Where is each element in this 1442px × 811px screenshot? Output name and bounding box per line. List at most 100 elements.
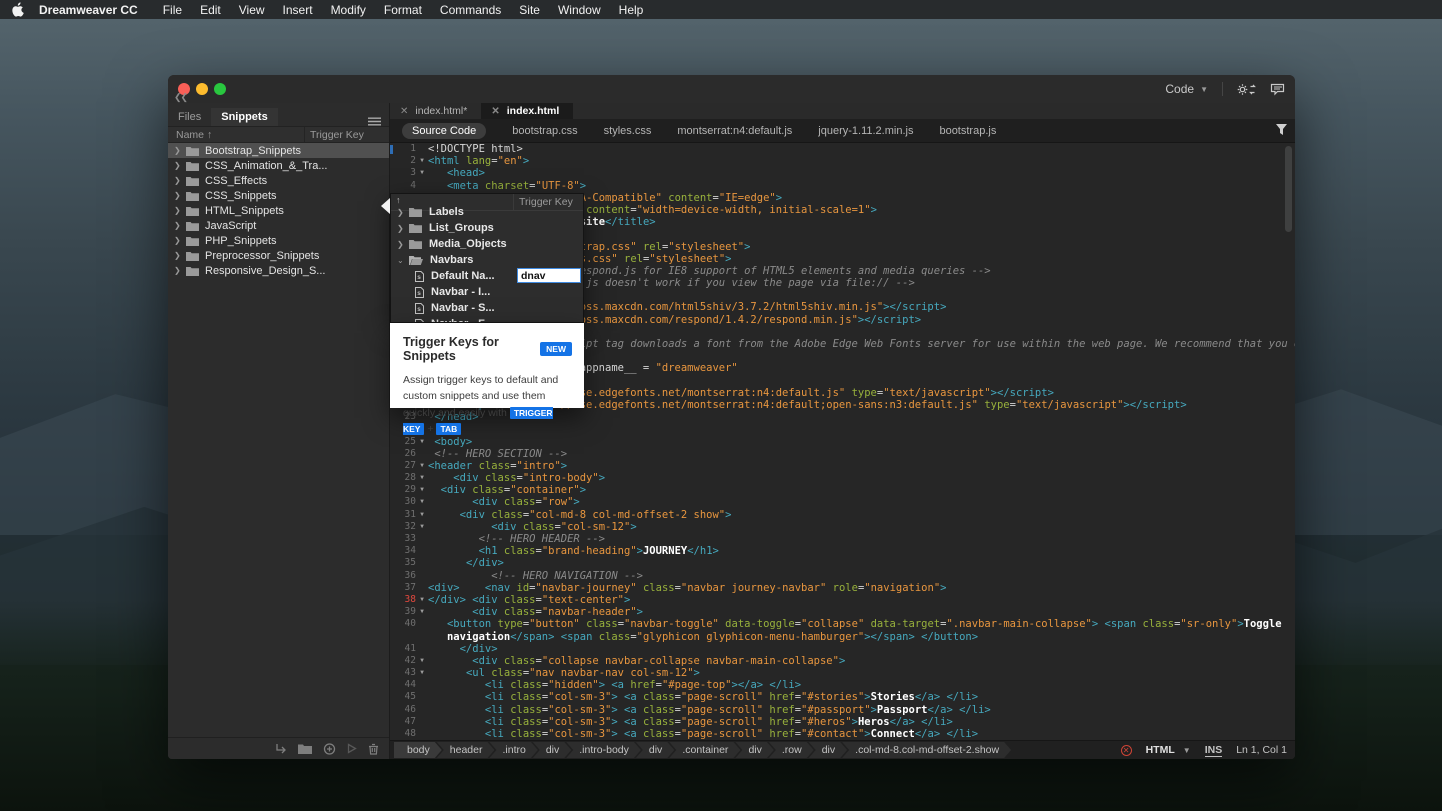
snippet-folder-row[interactable]: ❯JavaScript bbox=[168, 218, 389, 233]
new-snippet-icon[interactable] bbox=[323, 743, 336, 755]
popup-snippet-row[interactable]: sNavbar - F... bbox=[391, 316, 583, 323]
related-file-bootstrap-js[interactable]: bootstrap.js bbox=[939, 125, 996, 137]
popup-folder-row[interactable]: ❯List_Groups bbox=[391, 220, 583, 236]
menubar-item-site[interactable]: Site bbox=[519, 3, 540, 17]
code-line[interactable]: 29▼ <div class="container"> bbox=[390, 484, 1295, 496]
popup-snippet-row[interactable]: sDefault Na... bbox=[391, 268, 583, 284]
menubar-item-file[interactable]: File bbox=[163, 3, 182, 17]
code-fold-icon[interactable]: ▼ bbox=[416, 484, 428, 496]
document-tab[interactable]: ✕index.html bbox=[481, 103, 573, 119]
menubar-item-view[interactable]: View bbox=[239, 3, 265, 17]
code-line[interactable]: 35 </div> bbox=[390, 557, 1295, 569]
code-line[interactable]: 32▼ <div class="col-sm-12"> bbox=[390, 521, 1295, 533]
menubar-item-edit[interactable]: Edit bbox=[200, 3, 221, 17]
chevron-right-icon[interactable]: ❯ bbox=[397, 208, 409, 217]
code-line[interactable]: 37<div> <nav id="navbar-journey" class="… bbox=[390, 582, 1295, 594]
code-line[interactable]: 26 <!-- HERO SECTION --> bbox=[390, 448, 1295, 460]
panel-menu-icon[interactable] bbox=[368, 117, 381, 126]
trigger-key-column-header[interactable]: Trigger Key bbox=[310, 129, 364, 141]
editor-scrollbar[interactable] bbox=[1285, 146, 1294, 738]
code-fold-icon[interactable]: ▼ bbox=[416, 155, 428, 167]
trigger-key-input[interactable] bbox=[517, 268, 581, 283]
zoom-button[interactable] bbox=[214, 83, 226, 95]
popup-folder-row[interactable]: ❯Media_Objects bbox=[391, 236, 583, 252]
lint-error-icon[interactable]: ✕ bbox=[1121, 745, 1132, 756]
menubar-item-help[interactable]: Help bbox=[619, 3, 644, 17]
snippet-folder-row[interactable]: ❯Preprocessor_Snippets bbox=[168, 248, 389, 263]
popup-snippet-row[interactable]: sNavbar - I... bbox=[391, 284, 583, 300]
scrollbar-thumb[interactable] bbox=[1285, 146, 1292, 232]
snippet-folder-row[interactable]: ❯CSS_Snippets bbox=[168, 188, 389, 203]
chevron-right-icon[interactable]: ❯ bbox=[174, 176, 186, 185]
code-fold-icon[interactable]: ▼ bbox=[416, 521, 428, 533]
chevron-down-icon[interactable]: ⌄ bbox=[397, 256, 409, 265]
code-line[interactable]: 38▼</div> <div class="text-center"> bbox=[390, 594, 1295, 606]
tag-selector-item[interactable]: .row bbox=[769, 742, 814, 758]
chevron-right-icon[interactable]: ❯ bbox=[174, 266, 186, 275]
code-line[interactable]: 48 <li class="col-sm-3"> <a class="page-… bbox=[390, 728, 1295, 740]
chevron-right-icon[interactable]: ❯ bbox=[174, 206, 186, 215]
chevron-right-icon[interactable]: ❯ bbox=[174, 191, 186, 200]
tag-selector-item[interactable]: header bbox=[437, 742, 495, 758]
chevron-right-icon[interactable]: ❯ bbox=[174, 146, 186, 155]
sync-settings-icon[interactable] bbox=[1237, 83, 1256, 96]
chevron-right-icon[interactable]: ❯ bbox=[397, 240, 409, 249]
tag-selector-item[interactable]: .intro-body bbox=[566, 742, 641, 758]
tag-selector-item[interactable]: body bbox=[394, 742, 442, 758]
snippet-folder-row[interactable]: ❯CSS_Animation_&_Tra... bbox=[168, 158, 389, 173]
code-fold-icon[interactable]: ▼ bbox=[416, 606, 428, 618]
snippet-folder-row[interactable]: ❯Bootstrap_Snippets bbox=[168, 143, 389, 158]
minimize-button[interactable] bbox=[196, 83, 208, 95]
menubar-item-insert[interactable]: Insert bbox=[283, 3, 313, 17]
app-menu-title[interactable]: Dreamweaver CC bbox=[39, 3, 138, 17]
popup-folder-row[interactable]: ⌄Navbars bbox=[391, 252, 583, 268]
menubar-item-window[interactable]: Window bbox=[558, 3, 601, 17]
comment-bubble-icon[interactable] bbox=[1270, 83, 1285, 96]
panel-tab-snippets[interactable]: Snippets bbox=[211, 108, 277, 126]
code-line[interactable]: 45 <li class="col-sm-3"> <a class="page-… bbox=[390, 691, 1295, 703]
code-fold-icon[interactable]: ▼ bbox=[416, 460, 428, 472]
document-tab[interactable]: ✕index.html* bbox=[390, 103, 481, 119]
snippet-folder-row[interactable]: ❯CSS_Effects bbox=[168, 173, 389, 188]
code-line[interactable]: 43▼ <ul class="nav navbar-nav col-sm-12"… bbox=[390, 667, 1295, 679]
code-line[interactable]: 3▼ <head> bbox=[390, 167, 1295, 179]
code-line[interactable]: navigation</span> <span class="glyphicon… bbox=[390, 631, 1295, 643]
code-line[interactable]: 25▼ <body> bbox=[390, 436, 1295, 448]
popup-folder-row[interactable]: ❯Labels bbox=[391, 204, 583, 220]
window-titlebar[interactable]: Code ▼ bbox=[168, 75, 1295, 103]
close-tab-icon[interactable]: ✕ bbox=[400, 106, 408, 117]
related-file-source-code[interactable]: Source Code bbox=[402, 123, 486, 139]
chevron-right-icon[interactable]: ❯ bbox=[174, 221, 186, 230]
doc-type-dropdown[interactable]: HTML▼ bbox=[1146, 744, 1191, 756]
related-file-styles-css[interactable]: styles.css bbox=[604, 125, 652, 137]
menubar-item-format[interactable]: Format bbox=[384, 3, 422, 17]
code-line[interactable]: 42▼ <div class="collapse navbar-collapse… bbox=[390, 655, 1295, 667]
code-fold-icon[interactable]: ▼ bbox=[416, 594, 428, 606]
code-line[interactable]: 47 <li class="col-sm-3"> <a class="page-… bbox=[390, 716, 1295, 728]
related-file-bootstrap-css[interactable]: bootstrap.css bbox=[512, 125, 577, 137]
insert-mode-indicator[interactable]: INS bbox=[1205, 744, 1223, 757]
code-fold-icon[interactable]: ▼ bbox=[416, 167, 428, 179]
snippet-folder-row[interactable]: ❯PHP_Snippets bbox=[168, 233, 389, 248]
code-line[interactable]: 36 <!-- HERO NAVIGATION --> bbox=[390, 570, 1295, 582]
name-column-header[interactable]: Name ↑ bbox=[176, 129, 212, 141]
code-line[interactable]: 31▼ <div class="col-md-8 col-md-offset-2… bbox=[390, 509, 1295, 521]
tag-selector-item[interactable]: div bbox=[809, 742, 847, 758]
code-line[interactable]: 40 <button type="button" class="navbar-t… bbox=[390, 618, 1295, 630]
snippet-folder-row[interactable]: ❯HTML_Snippets bbox=[168, 203, 389, 218]
code-line[interactable]: 33 <!-- HERO HEADER --> bbox=[390, 533, 1295, 545]
edit-snippet-icon[interactable] bbox=[347, 743, 357, 754]
related-file-jquery-1-11-2-min-js[interactable]: jquery-1.11.2.min.js bbox=[818, 125, 913, 137]
code-line[interactable]: 39▼ <div class="navbar-header"> bbox=[390, 606, 1295, 618]
panel-collapse-icon[interactable]: ❮❮ bbox=[174, 92, 187, 103]
code-line[interactable]: 28▼ <div class="intro-body"> bbox=[390, 472, 1295, 484]
code-fold-icon[interactable]: ▼ bbox=[416, 472, 428, 484]
code-line[interactable]: 2▼<html lang="en"> bbox=[390, 155, 1295, 167]
panel-tab-files[interactable]: Files bbox=[168, 108, 211, 126]
tag-selector-item[interactable]: .intro bbox=[489, 742, 537, 758]
code-line[interactable]: 27▼<header class="intro"> bbox=[390, 460, 1295, 472]
code-line[interactable]: 1<!DOCTYPE html> bbox=[390, 143, 1295, 155]
code-line[interactable]: 30▼ <div class="row"> bbox=[390, 496, 1295, 508]
close-tab-icon[interactable]: ✕ bbox=[491, 106, 499, 117]
chevron-right-icon[interactable]: ❯ bbox=[174, 251, 186, 260]
